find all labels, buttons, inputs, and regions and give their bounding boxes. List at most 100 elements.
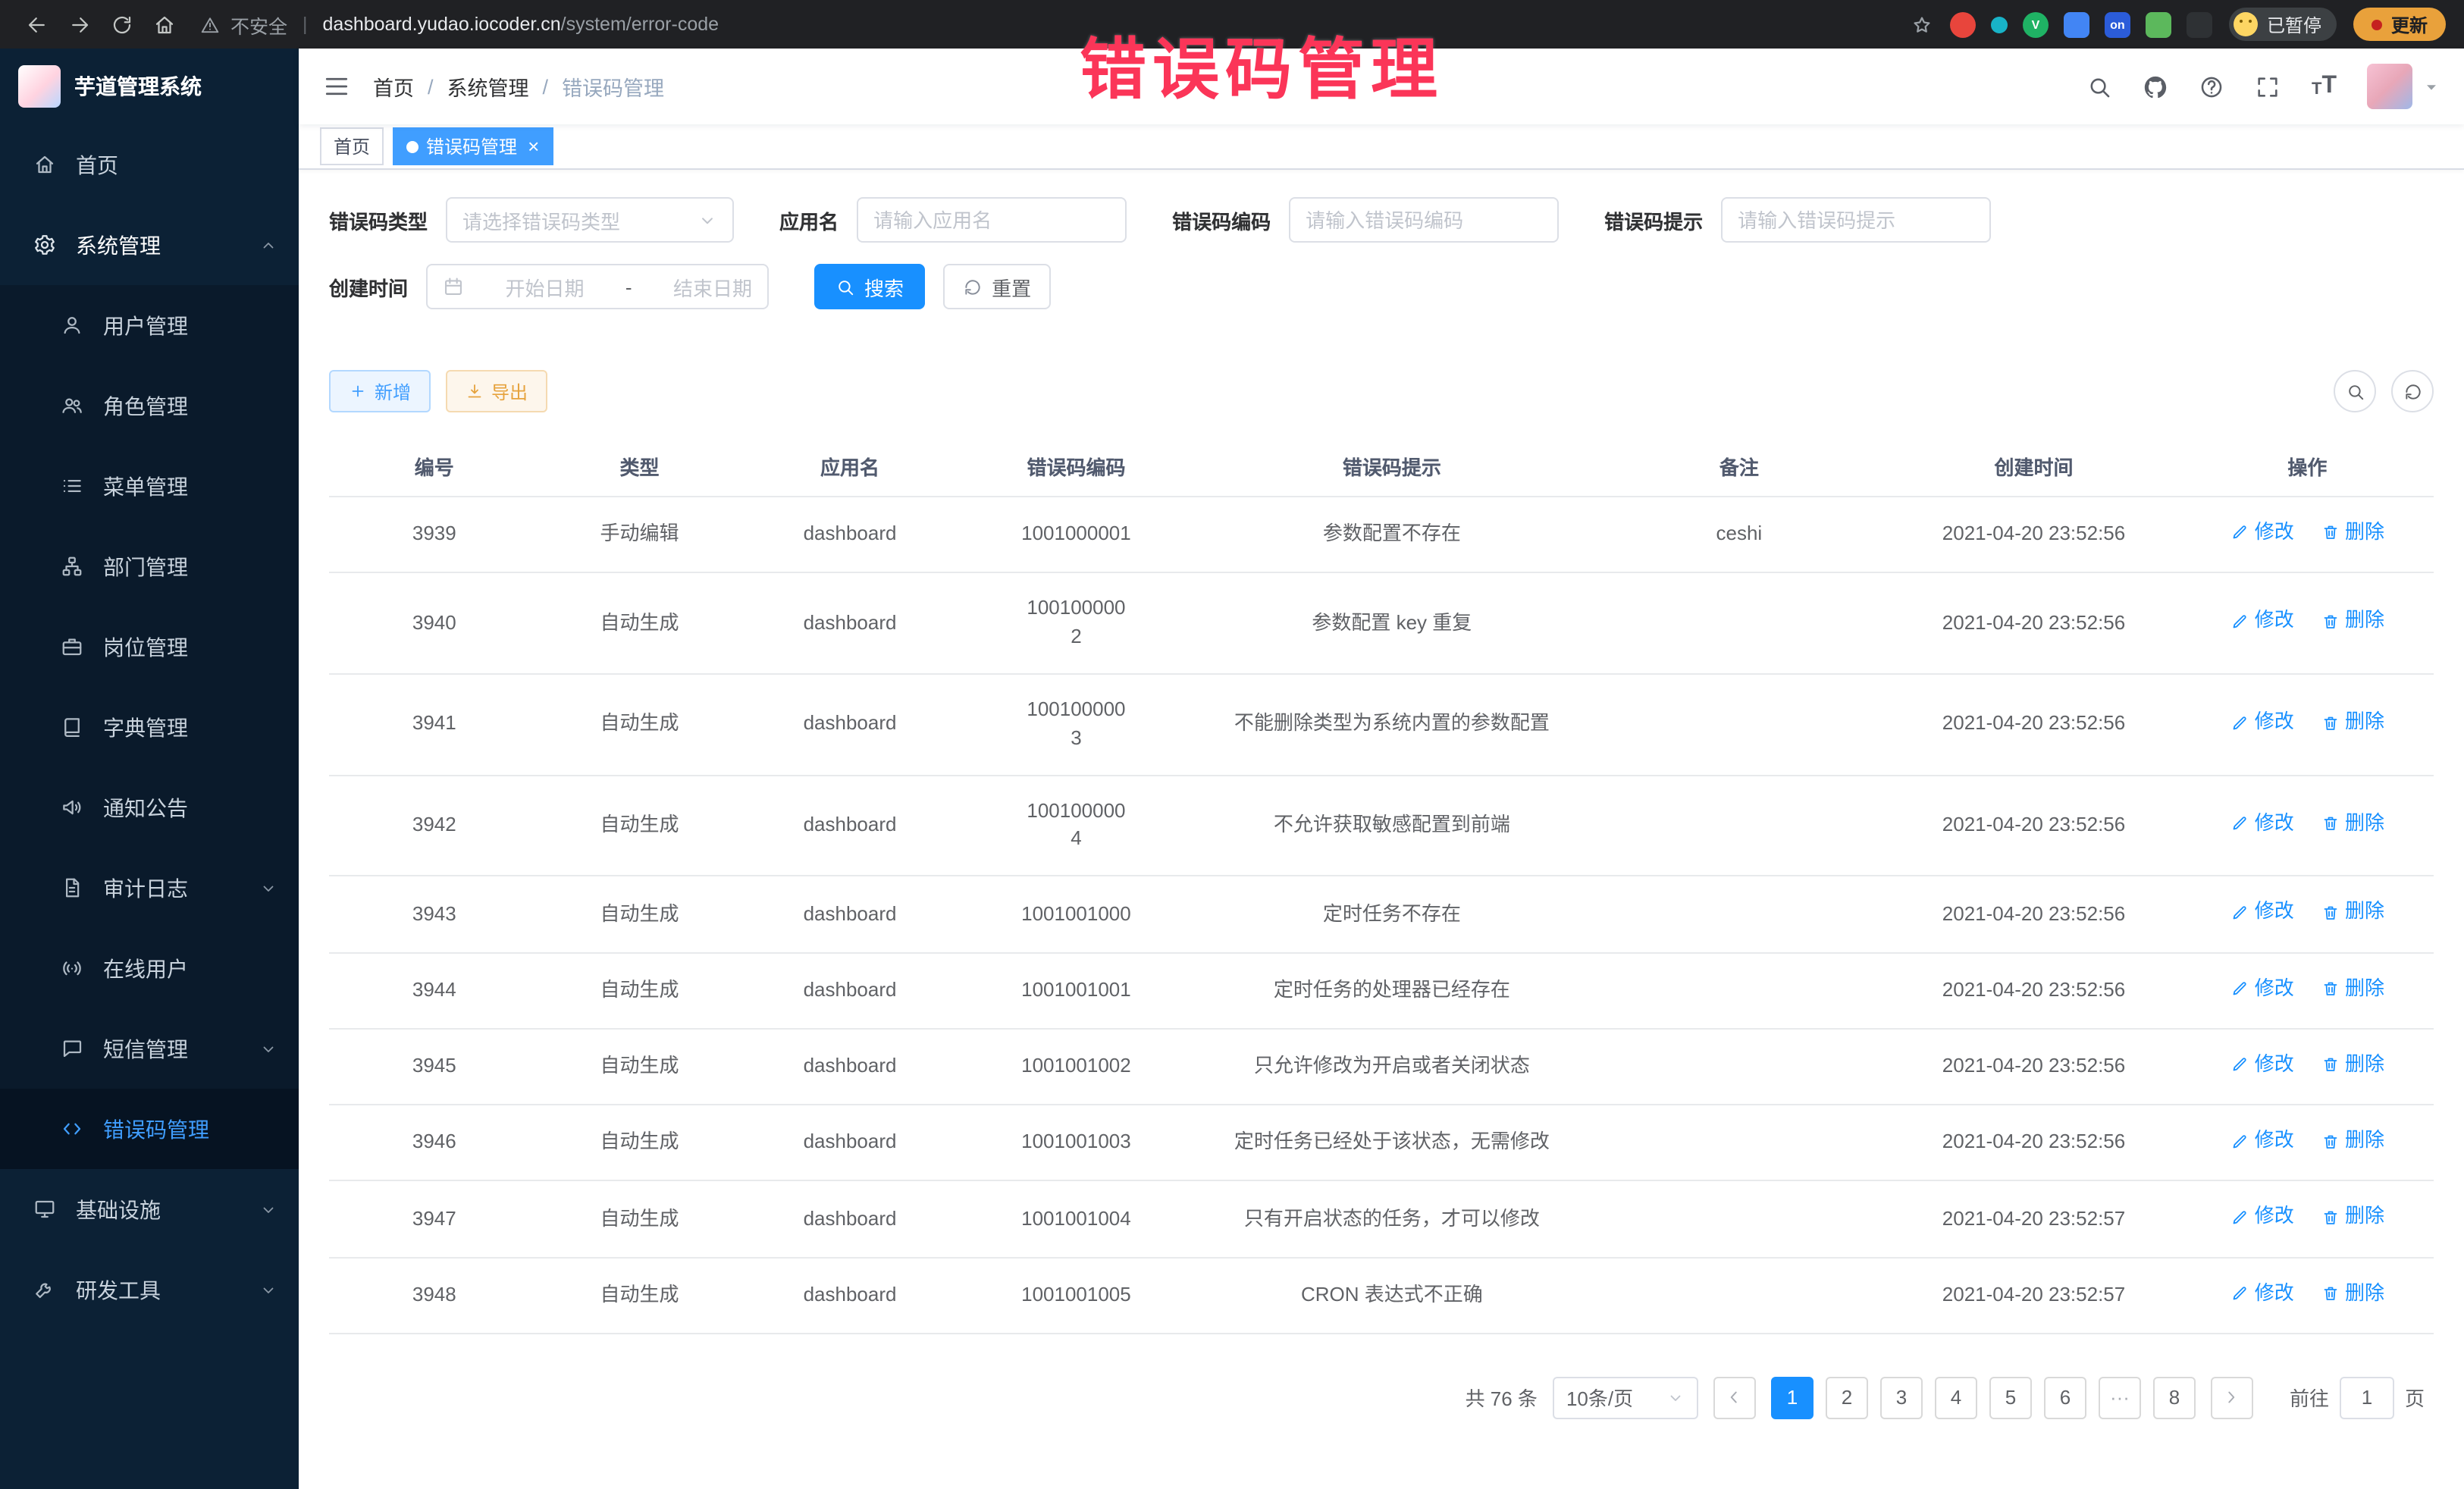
sidebar-item-error-code[interactable]: 错误码管理 [0,1089,299,1169]
browser-back-icon[interactable] [18,6,55,42]
sidebar-item-dict[interactable]: 字典管理 [0,687,299,767]
ext-green-check-circle-icon[interactable]: V [2023,11,2049,37]
ext-teal-dot-icon[interactable] [1991,16,2008,33]
edit-link[interactable]: 修改 [2230,898,2294,927]
ext-red-circle-icon[interactable] [1950,11,1976,37]
ext-on-badge-icon[interactable]: on [2105,11,2130,37]
sidebar-item-menu[interactable]: 菜单管理 [0,446,299,526]
cell-code: 1001001005 [961,1257,1192,1334]
paused-pill[interactable]: 已暂停 [2229,8,2337,41]
goto-page-input[interactable] [2340,1377,2394,1419]
add-button[interactable]: 新增 [329,370,431,412]
bookmark-star-icon[interactable] [1911,13,1933,36]
edit-link[interactable]: 修改 [2230,810,2294,839]
search-button[interactable]: 搜索 [814,264,925,309]
update-button[interactable]: 更新 [2353,8,2446,41]
breadcrumb-system[interactable]: 系统管理 [447,71,529,102]
caret-down-icon [2423,78,2440,95]
app-name-input[interactable] [857,197,1127,243]
cell-ops: 修改 删除 [2181,1105,2434,1181]
page-button-5[interactable]: 5 [1989,1377,2032,1419]
date-range-picker[interactable]: 开始日期 - 结束日期 [426,264,769,309]
edit-link[interactable]: 修改 [2230,1279,2294,1308]
book-icon [61,716,83,738]
page-ellipsis[interactable]: ··· [2099,1377,2141,1419]
monitor-icon [33,1198,56,1221]
sidebar-item-home[interactable]: 首页 [0,124,299,205]
delete-link[interactable]: 删除 [2321,708,2384,737]
reset-button[interactable]: 重置 [943,264,1051,309]
pencil-icon [2230,1208,2249,1227]
active-dot-icon [406,140,419,152]
sidebar-item-user[interactable]: 用户管理 [0,285,299,365]
edit-link[interactable]: 修改 [2230,519,2294,547]
page-button-4[interactable]: 4 [1935,1377,1977,1419]
github-icon[interactable] [2143,74,2169,99]
delete-link[interactable]: 删除 [2321,1203,2384,1232]
prev-page-button[interactable] [1713,1377,1756,1419]
edit-link[interactable]: 修改 [2230,1051,2294,1080]
cell-code: 1001001002 [961,1029,1192,1105]
tab-home[interactable]: 首页 [320,127,384,165]
col-header-remark: 备注 [1592,437,1887,497]
ext-blue-grid-icon[interactable] [2064,11,2089,37]
error-code-input[interactable] [1289,197,1559,243]
page-button-3[interactable]: 3 [1880,1377,1923,1419]
edit-link[interactable]: 修改 [2230,607,2294,636]
delete-link[interactable]: 删除 [2321,810,2384,839]
fullscreen-icon[interactable] [2256,74,2281,99]
table-toolbar: 新增 导出 [329,370,2434,412]
sidebar-item-audit-log[interactable]: 审计日志 [0,848,299,928]
cell-type: 自动生成 [540,1181,740,1258]
browser-reload-icon[interactable] [103,6,140,42]
ext-dark-pin-icon[interactable] [2187,11,2212,37]
sidebar-item-dept[interactable]: 部门管理 [0,526,299,607]
delete-link[interactable]: 删除 [2321,898,2384,927]
sidebar-item-post[interactable]: 岗位管理 [0,607,299,687]
ext-green-square-icon[interactable] [2146,11,2171,37]
tab-error-code[interactable]: 错误码管理 × [393,127,553,165]
breadcrumb-home[interactable]: 首页 [373,71,414,102]
error-msg-input[interactable] [1721,197,1991,243]
delete-link[interactable]: 删除 [2321,974,2384,1003]
page-button-8[interactable]: 8 [2153,1377,2196,1419]
document-icon [61,876,83,899]
search-toggle-button[interactable] [2334,370,2376,412]
browser-forward-icon[interactable] [61,6,97,42]
edit-link[interactable]: 修改 [2230,1203,2294,1232]
page-button-1[interactable]: 1 [1771,1377,1814,1419]
sidebar-item-devtools[interactable]: 研发工具 [0,1249,299,1330]
sidebar-item-online[interactable]: 在线用户 [0,928,299,1008]
delete-link[interactable]: 删除 [2321,519,2384,547]
sidebar-item-sms[interactable]: 短信管理 [0,1008,299,1089]
delete-link[interactable]: 删除 [2321,1127,2384,1155]
refresh-table-button[interactable] [2391,370,2434,412]
user-menu[interactable] [2367,64,2440,109]
page-size-select[interactable]: 10条/页 [1553,1377,1698,1419]
header-search-icon[interactable] [2087,74,2113,99]
edit-link[interactable]: 修改 [2230,974,2294,1003]
pencil-icon [2230,524,2249,542]
sidebar-item-notice[interactable]: 通知公告 [0,767,299,848]
edit-link[interactable]: 修改 [2230,708,2294,737]
error-type-select[interactable]: 请选择错误码类型 [446,197,734,243]
sidebar-item-system[interactable]: 系统管理 [0,205,299,285]
help-icon[interactable] [2199,74,2225,99]
delete-link[interactable]: 删除 [2321,1051,2384,1080]
delete-link[interactable]: 删除 [2321,1279,2384,1308]
export-button[interactable]: 导出 [446,370,547,412]
page-button-2[interactable]: 2 [1826,1377,1868,1419]
browser-home-icon[interactable] [146,6,182,42]
edit-link[interactable]: 修改 [2230,1127,2294,1155]
filter-error-code: 错误码编码 [1172,197,1559,243]
next-page-button[interactable] [2211,1377,2253,1419]
delete-link[interactable]: 删除 [2321,607,2384,636]
close-icon[interactable]: × [528,136,539,156]
sidebar-toggle-icon[interactable] [323,73,350,100]
cell-ops: 修改 删除 [2181,1181,2434,1258]
font-size-icon[interactable]: TT [2312,74,2337,99]
address-bar[interactable]: 不安全 | dashboard.yudao.iocoder.cn/system/… [200,10,1904,39]
sidebar-item-infra[interactable]: 基础设施 [0,1169,299,1249]
page-button-6[interactable]: 6 [2044,1377,2086,1419]
sidebar-item-role[interactable]: 角色管理 [0,365,299,446]
